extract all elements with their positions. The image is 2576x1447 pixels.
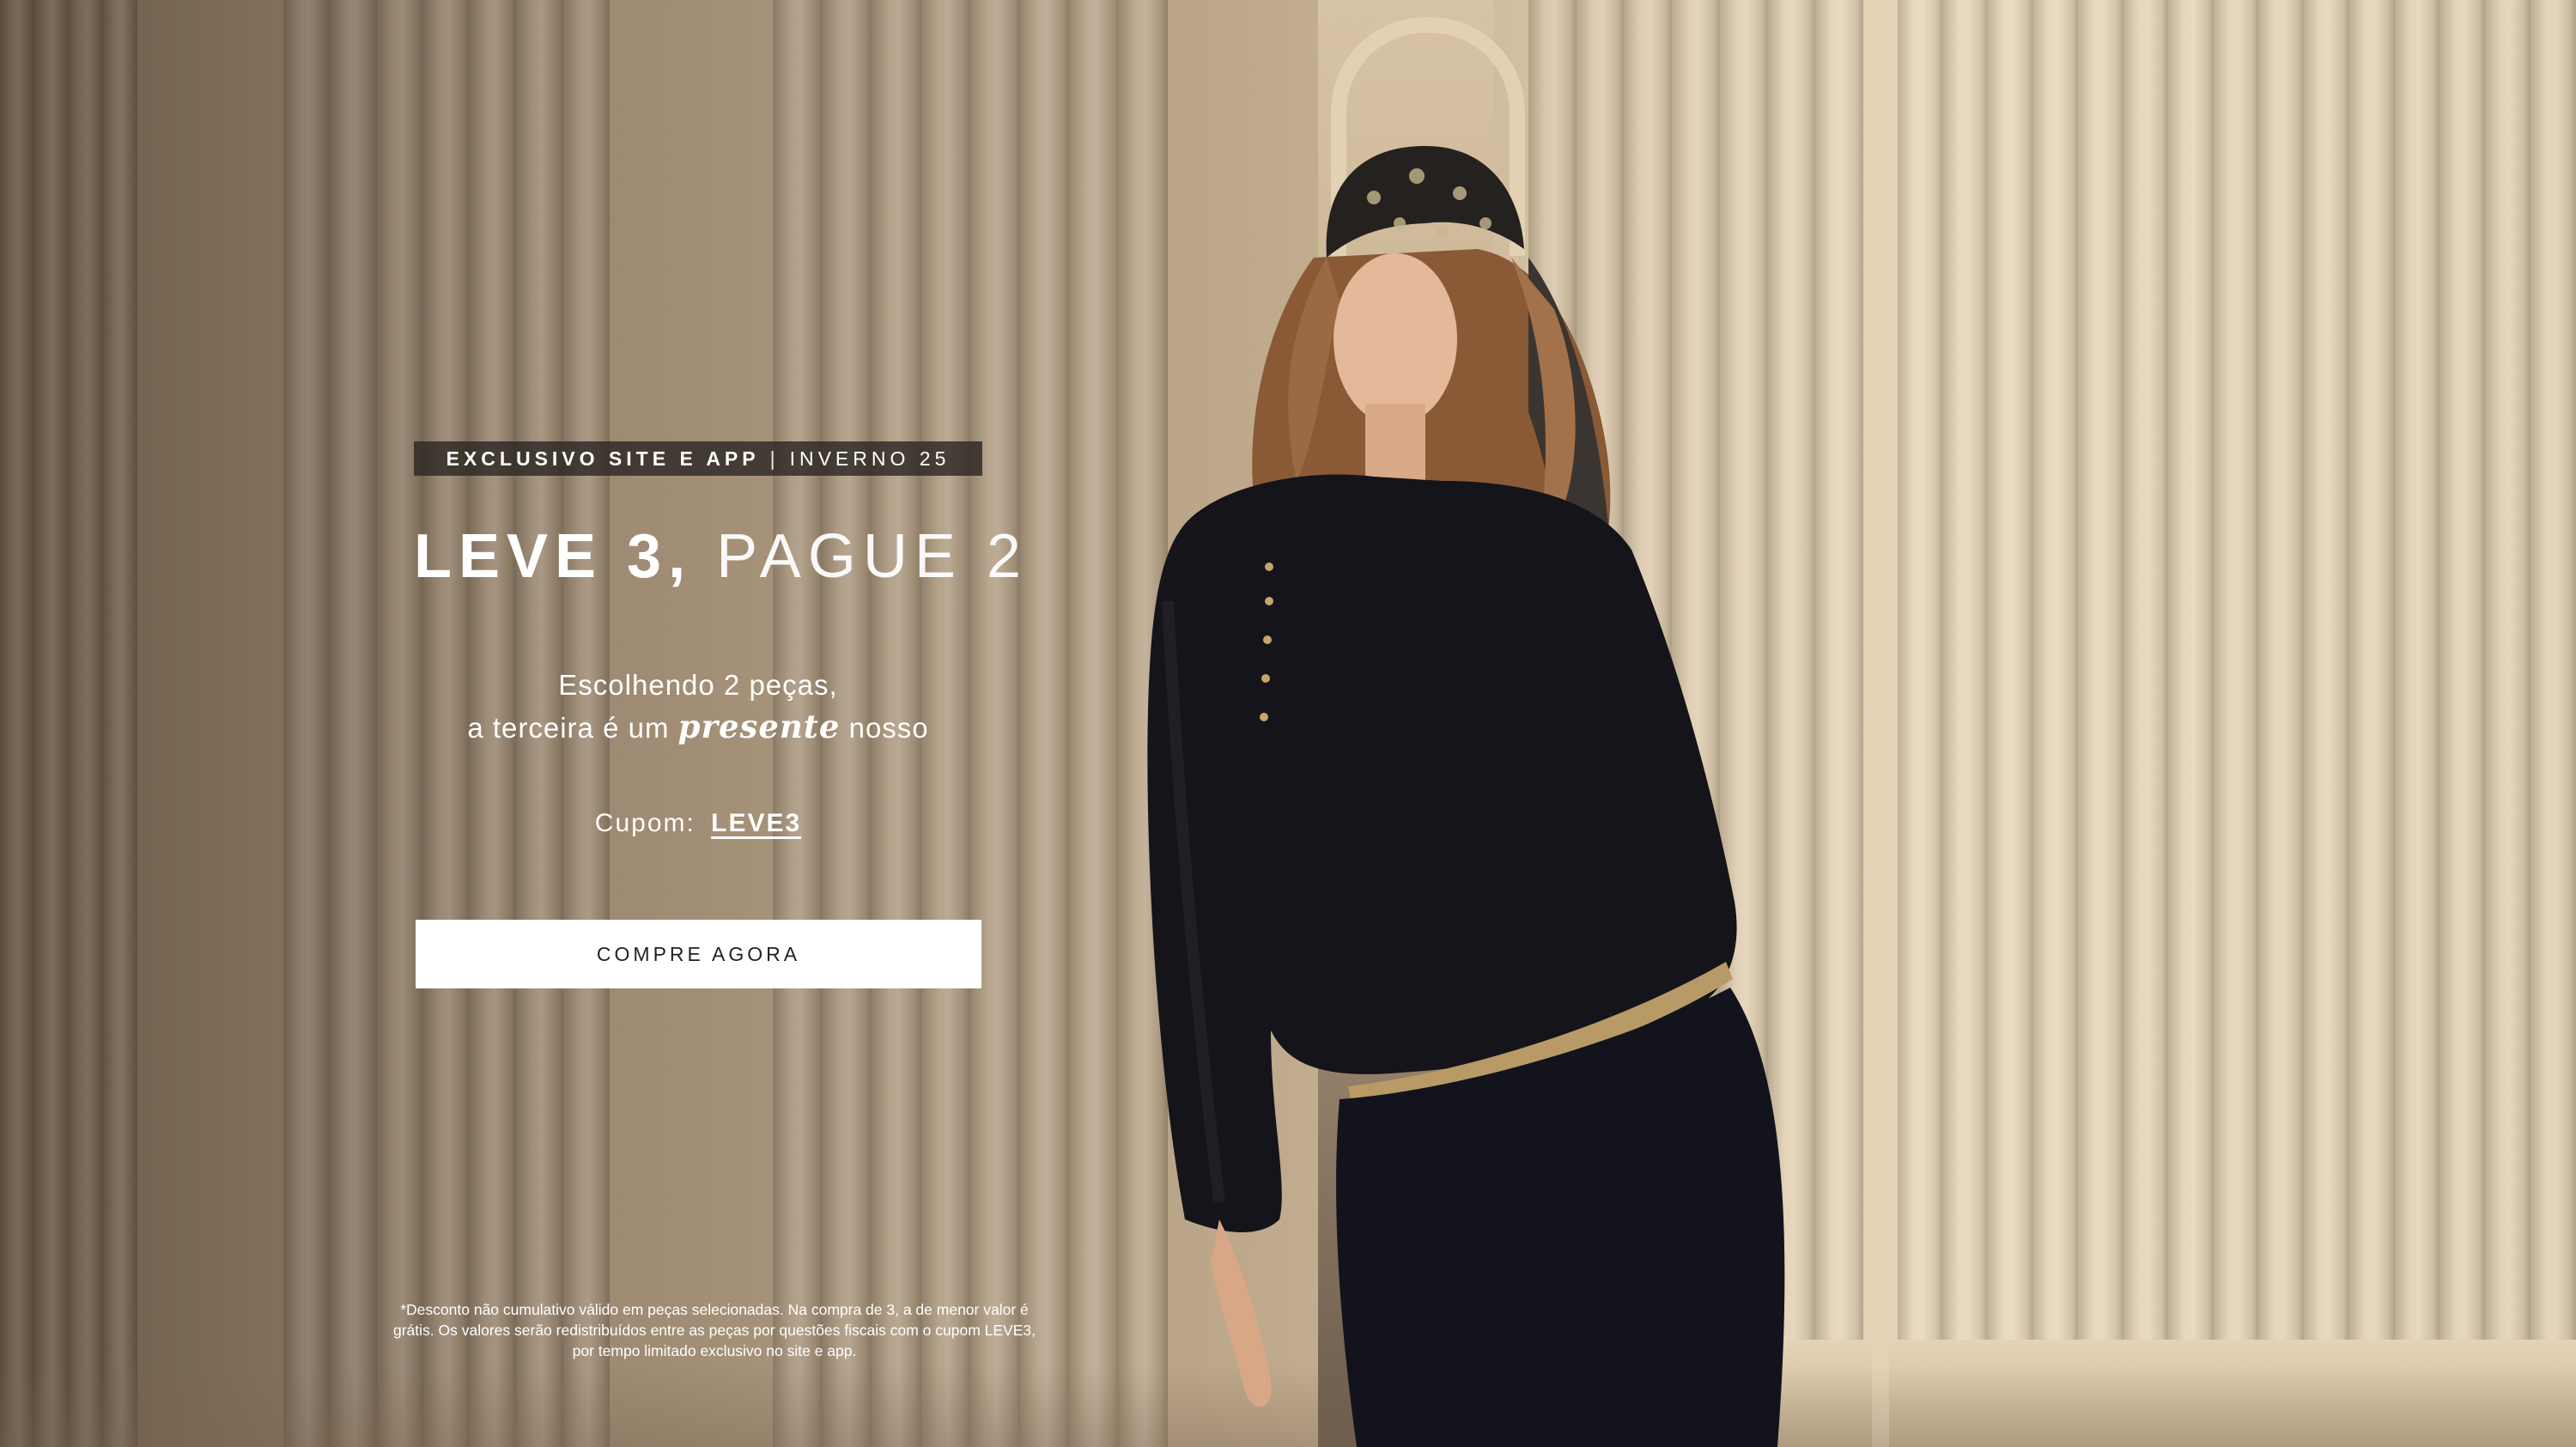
coupon-label: Cupom: <box>594 809 696 837</box>
promo-headline: LEVE 3, PAGUE 2 <box>414 526 1021 587</box>
shop-now-button[interactable]: COMPRE AGORA <box>416 920 981 988</box>
coupon: Cupom: LEVE3 <box>414 809 982 838</box>
subtitle-line2-start: a terceira é um <box>467 712 670 744</box>
subtitle-emphasis: presente <box>677 708 841 745</box>
model-hand <box>1211 1219 1272 1407</box>
promo-subtitle: Escolhendo 2 peças, a terceira é um pres… <box>414 665 982 749</box>
tagline-strong: EXCLUSIVO SITE E APP <box>446 447 760 470</box>
model-neck <box>1365 404 1425 481</box>
model-photo <box>1147 146 1785 1447</box>
tagline-separator: | <box>769 447 780 470</box>
headline-bold: LEVE 3, <box>414 522 693 591</box>
subtitle-line-1: Escolhendo 2 peças, <box>558 669 838 701</box>
tagline-season: INVERNO 25 <box>789 447 951 470</box>
model-face <box>1334 253 1457 425</box>
model-headscarf <box>1326 146 1524 258</box>
subtitle-line-2: a terceira é um presente nosso <box>414 706 982 749</box>
promo-tagline: EXCLUSIVO SITE E APP | INVERNO 25 <box>414 441 982 476</box>
headline-thin: PAGUE 2 <box>716 522 1028 591</box>
promo-disclaimer: *Desconto não cumulativo válido em peças… <box>393 1301 1036 1359</box>
coupon-code[interactable]: LEVE3 <box>711 809 801 837</box>
subtitle-line2-end: nosso <box>848 712 929 744</box>
